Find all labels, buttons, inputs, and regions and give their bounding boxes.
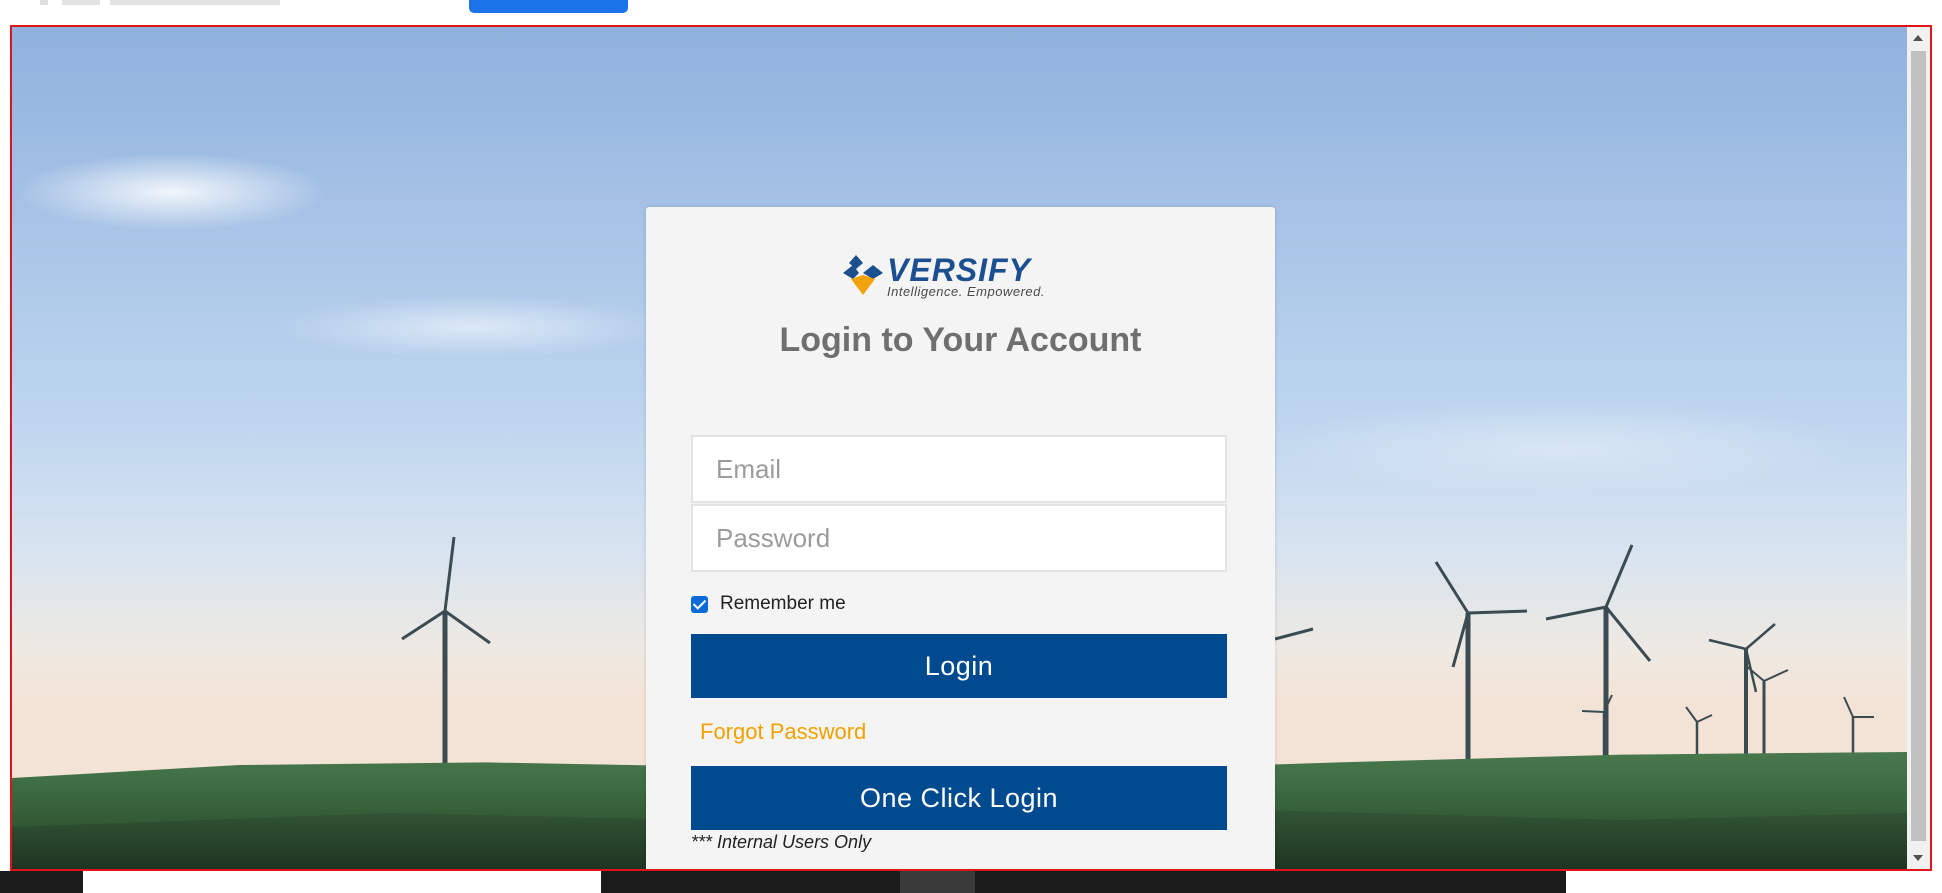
one-click-login-button[interactable]: One Click Login (691, 766, 1227, 830)
browser-action-button[interactable] (469, 0, 628, 13)
login-button[interactable]: Login (691, 634, 1227, 698)
remember-me-checkbox[interactable] (691, 595, 708, 613)
logo-tagline: Intelligence. Empowered. (887, 284, 1045, 299)
browser-top-strip (0, 0, 1942, 26)
login-page-frame: VERSIFY Intelligence. Empowered. Login t… (10, 25, 1932, 871)
email-field[interactable] (691, 435, 1227, 503)
remember-me-row[interactable]: Remember me (691, 592, 846, 616)
logo-wordmark: VERSIFY (887, 252, 1033, 288)
taskbar-strip (0, 871, 1942, 893)
page-scrollbar[interactable] (1907, 27, 1930, 869)
scroll-up-icon[interactable] (1913, 35, 1923, 41)
taskbar-app[interactable] (900, 871, 975, 893)
password-field[interactable] (691, 504, 1227, 572)
cropped-browser-text (40, 0, 280, 5)
system-tray (1566, 871, 1942, 893)
scroll-down-icon[interactable] (1913, 855, 1923, 861)
taskbar-search[interactable] (83, 871, 601, 893)
versify-logo: VERSIFY Intelligence. Empowered. (843, 252, 1045, 299)
forgot-password-link[interactable]: Forgot Password (700, 719, 866, 745)
login-title: Login to Your Account (779, 321, 1142, 359)
scrollbar-thumb[interactable] (1911, 51, 1926, 841)
internal-users-note: *** Internal Users Only (691, 832, 872, 852)
versify-mark-icon (843, 255, 883, 295)
remember-me-label[interactable]: Remember me (720, 593, 846, 615)
login-card: VERSIFY Intelligence. Empowered. Login t… (646, 207, 1275, 869)
